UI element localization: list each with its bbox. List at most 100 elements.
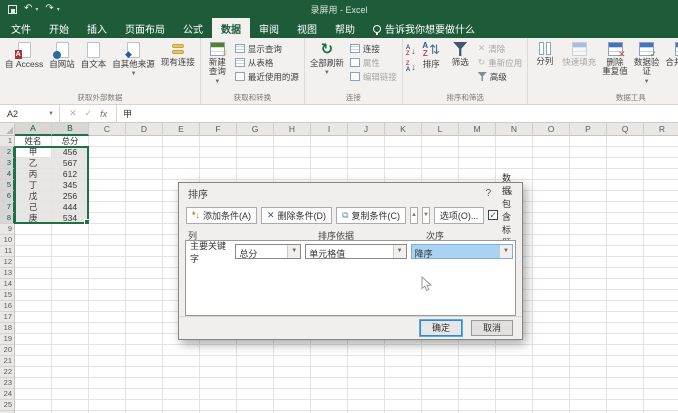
cell-P18[interactable] xyxy=(570,323,607,334)
cell-R6[interactable] xyxy=(644,191,678,202)
confirm-entry-icon[interactable]: ✓ xyxy=(85,108,93,119)
cell-N22[interactable] xyxy=(496,367,533,378)
cell-D12[interactable] xyxy=(126,257,163,268)
cell-N25[interactable] xyxy=(496,400,533,411)
cell-A13[interactable] xyxy=(15,268,52,279)
cell-Q4[interactable] xyxy=(607,169,644,180)
column-header-F[interactable]: F xyxy=(200,123,237,136)
cell-R19[interactable] xyxy=(644,334,678,345)
row-header-3[interactable]: 3 xyxy=(0,158,15,169)
cell-R16[interactable] xyxy=(644,301,678,312)
name-box-dropdown-icon[interactable]: ▼ xyxy=(48,111,59,117)
undo-icon[interactable]: ↶ xyxy=(24,4,32,14)
cell-N23[interactable] xyxy=(496,378,533,389)
cell-B23[interactable] xyxy=(52,378,89,389)
cell-B20[interactable] xyxy=(52,345,89,356)
cell-I4[interactable] xyxy=(311,169,348,180)
cell-Q24[interactable] xyxy=(607,389,644,400)
cell-B18[interactable] xyxy=(52,323,89,334)
cell-C19[interactable] xyxy=(89,334,126,345)
cell-Q21[interactable] xyxy=(607,356,644,367)
cell-R15[interactable] xyxy=(644,290,678,301)
cell-O17[interactable] xyxy=(533,312,570,323)
cell-C4[interactable] xyxy=(89,169,126,180)
row-header-19[interactable]: 19 xyxy=(0,334,15,345)
cell-L3[interactable] xyxy=(422,158,459,169)
cell-B1[interactable]: 总分 xyxy=(52,136,89,147)
cell-K20[interactable] xyxy=(385,345,422,356)
cell-P14[interactable] xyxy=(570,279,607,290)
cell-Q10[interactable] xyxy=(607,235,644,246)
column-header-A[interactable]: A xyxy=(15,123,52,136)
cell-B3[interactable]: 567 xyxy=(52,158,89,169)
cell-O13[interactable] xyxy=(533,268,570,279)
cell-O2[interactable] xyxy=(533,147,570,158)
cell-A16[interactable] xyxy=(15,301,52,312)
row-header-1[interactable]: 1 xyxy=(0,136,15,147)
cell-C6[interactable] xyxy=(89,191,126,202)
cell-Q1[interactable] xyxy=(607,136,644,147)
cell-I2[interactable] xyxy=(311,147,348,158)
cell-B13[interactable] xyxy=(52,268,89,279)
cell-D8[interactable] xyxy=(126,213,163,224)
cell-K1[interactable] xyxy=(385,136,422,147)
cell-R13[interactable] xyxy=(644,268,678,279)
cell-P17[interactable] xyxy=(570,312,607,323)
remove-duplicates-button[interactable]: ✕ 删除 重复值 xyxy=(600,41,630,78)
cell-A23[interactable] xyxy=(15,378,52,389)
column-header-I[interactable]: I xyxy=(311,123,348,136)
cell-N3[interactable] xyxy=(496,158,533,169)
cell-R25[interactable] xyxy=(644,400,678,411)
cell-A12[interactable] xyxy=(15,257,52,268)
cell-H21[interactable] xyxy=(274,356,311,367)
row-header-22[interactable]: 22 xyxy=(0,367,15,378)
cell-R10[interactable] xyxy=(644,235,678,246)
cell-C8[interactable] xyxy=(89,213,126,224)
row-header-10[interactable]: 10 xyxy=(0,235,15,246)
cell-P15[interactable] xyxy=(570,290,607,301)
cell-D5[interactable] xyxy=(126,180,163,191)
cell-I1[interactable] xyxy=(311,136,348,147)
cell-R2[interactable] xyxy=(644,147,678,158)
cell-H22[interactable] xyxy=(274,367,311,378)
formula-input[interactable]: 甲 xyxy=(117,105,678,122)
cell-O15[interactable] xyxy=(533,290,570,301)
cell-P13[interactable] xyxy=(570,268,607,279)
cell-M2[interactable] xyxy=(459,147,496,158)
from-table-button[interactable]: 从表格 xyxy=(233,56,301,69)
tab-data[interactable]: 数据 xyxy=(212,18,250,38)
cell-L25[interactable] xyxy=(422,400,459,411)
cell-G21[interactable] xyxy=(237,356,274,367)
column-header-L[interactable]: L xyxy=(422,123,459,136)
cell-P20[interactable] xyxy=(570,345,607,356)
cell-H23[interactable] xyxy=(274,378,311,389)
cell-C5[interactable] xyxy=(89,180,126,191)
cell-A24[interactable] xyxy=(15,389,52,400)
cell-Q12[interactable] xyxy=(607,257,644,268)
cell-L21[interactable] xyxy=(422,356,459,367)
cell-C2[interactable] xyxy=(89,147,126,158)
cell-C22[interactable] xyxy=(89,367,126,378)
row-header-6[interactable]: 6 xyxy=(0,191,15,202)
cell-B24[interactable] xyxy=(52,389,89,400)
cell-E3[interactable] xyxy=(163,158,200,169)
cell-P3[interactable] xyxy=(570,158,607,169)
cell-A17[interactable] xyxy=(15,312,52,323)
cell-D13[interactable] xyxy=(126,268,163,279)
row-header-25[interactable]: 25 xyxy=(0,400,15,411)
add-level-button[interactable]: *↓ 添加条件(A) xyxy=(186,207,257,224)
row-header-13[interactable]: 13 xyxy=(0,268,15,279)
cell-B2[interactable]: 456 xyxy=(52,147,89,158)
cell-J24[interactable] xyxy=(348,389,385,400)
cell-Q2[interactable] xyxy=(607,147,644,158)
cell-A15[interactable] xyxy=(15,290,52,301)
cell-P8[interactable] xyxy=(570,213,607,224)
cell-J20[interactable] xyxy=(348,345,385,356)
cell-Q23[interactable] xyxy=(607,378,644,389)
from-web-button[interactable]: 自网站 xyxy=(47,41,77,70)
cell-N21[interactable] xyxy=(496,356,533,367)
cell-M1[interactable] xyxy=(459,136,496,147)
cell-O9[interactable] xyxy=(533,224,570,235)
cell-A9[interactable] xyxy=(15,224,52,235)
cell-J1[interactable] xyxy=(348,136,385,147)
